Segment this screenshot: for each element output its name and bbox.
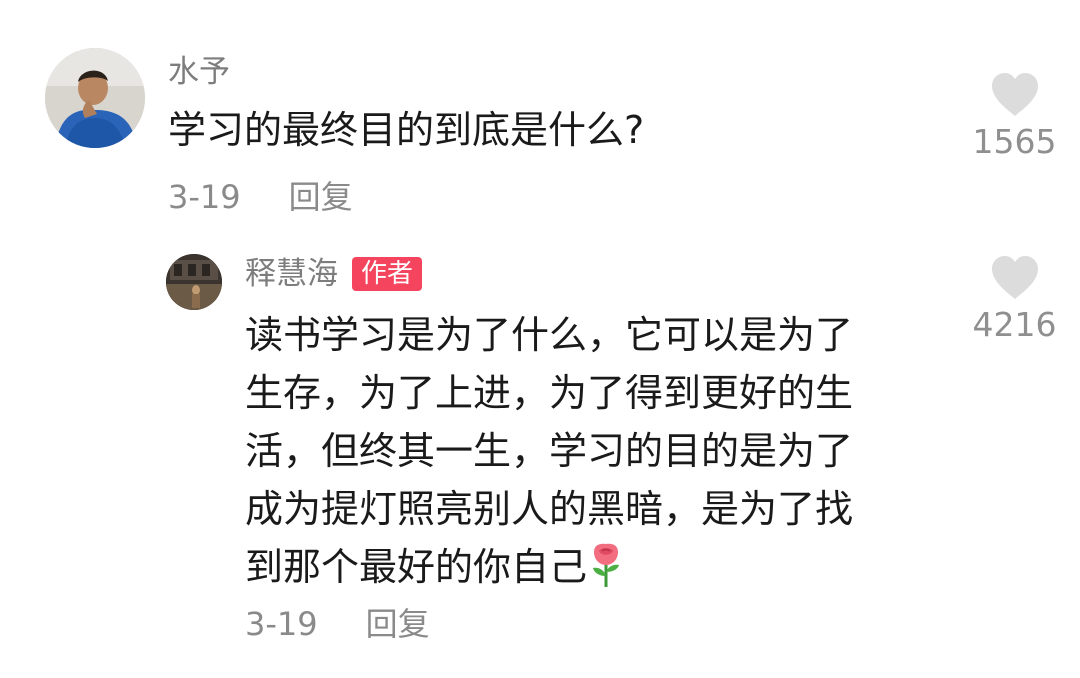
reply-button[interactable]: 回复 [366, 602, 430, 646]
reply-text-line: 成为提灯照亮别人的黑暗，是为了找 [245, 487, 854, 531]
avatar[interactable] [166, 254, 222, 310]
comment-date: 3-19 [168, 178, 241, 216]
heart-icon [991, 256, 1038, 299]
reply-text: 读书学习是为了什么，它可以是为了 生存，为了上进，为了得到更好的生 活，但终其一… [245, 306, 925, 596]
comment-thread: 水予 学习的最终目的到底是什么? 3-19 回复 1565 释慧海 作者 读书学… [0, 0, 1080, 678]
heart-icon [991, 73, 1038, 116]
reply-text-line: 活，但终其一生，学习的目的是为了 [245, 429, 854, 473]
reply-username[interactable]: 释慧海 [245, 254, 338, 294]
like-count: 4216 [972, 305, 1057, 344]
rose-icon [593, 543, 620, 587]
comment-text: 学习的最终目的到底是什么? [168, 108, 645, 152]
reply-text-last-line: 到那个最好的你自己 [245, 538, 925, 596]
user-avatar-photo [45, 48, 145, 148]
reply-button[interactable]: 回复 [289, 175, 353, 219]
reply-header: 释慧海 作者 [245, 254, 423, 294]
author-avatar-photo [166, 254, 222, 310]
reply-text-line: 到那个最好的你自己 [245, 545, 588, 589]
reply-text-line: 生存，为了上进，为了得到更好的生 [245, 371, 854, 415]
reply-text-line: 读书学习是为了什么，它可以是为了 [245, 313, 854, 357]
avatar[interactable] [45, 48, 145, 148]
like-button[interactable]: 4216 [972, 255, 1057, 345]
reply-date: 3-19 [245, 605, 318, 643]
like-button[interactable]: 1565 [972, 72, 1057, 162]
reply-meta: 3-19 回复 [245, 602, 430, 646]
author-badge: 作者 [352, 257, 423, 291]
comment-meta: 3-19 回复 [168, 175, 353, 219]
like-count: 1565 [972, 122, 1057, 161]
comment-username[interactable]: 水予 [168, 52, 230, 92]
